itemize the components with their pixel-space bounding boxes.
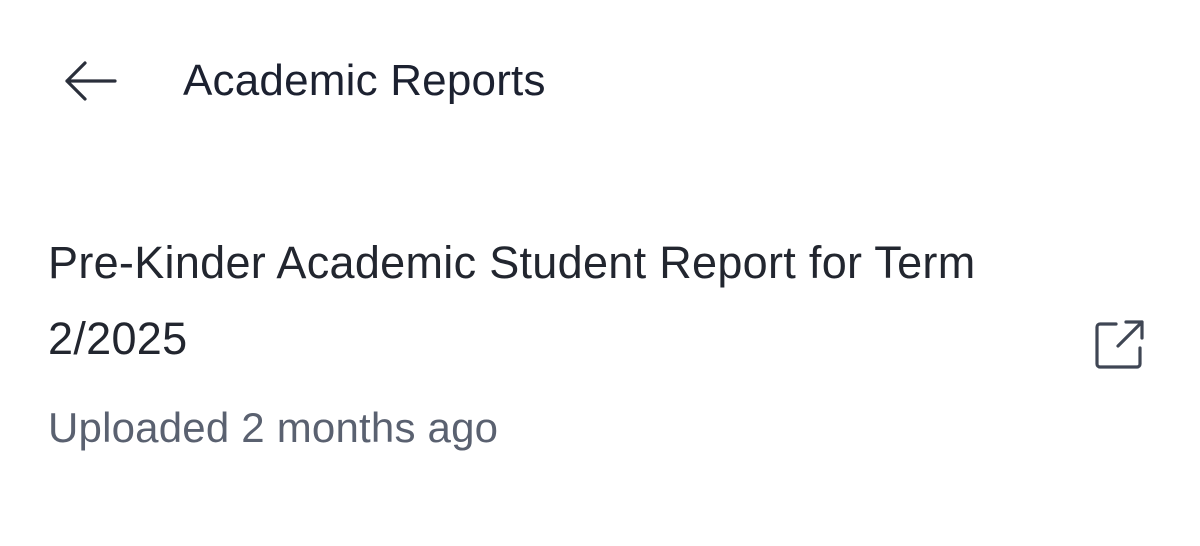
app-header: Academic Reports [0,0,1200,162]
open-report-button[interactable] [1086,312,1152,378]
arrow-left-icon [61,58,119,104]
page-title: Academic Reports [183,56,546,105]
report-upload-time: Uploaded 2 months ago [48,404,499,451]
external-link-icon [1090,316,1148,374]
back-button[interactable] [56,52,124,110]
report-list-item[interactable]: Pre-Kinder Academic Student Report for T… [0,220,1200,470]
report-title: Pre-Kinder Academic Student Report for T… [48,237,976,364]
